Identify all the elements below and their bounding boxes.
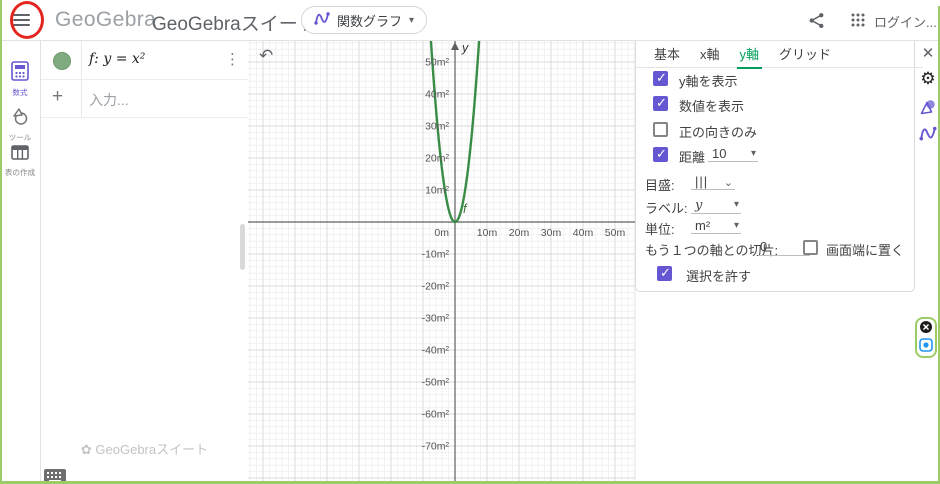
svg-text:y: y [461,41,469,55]
svg-text:10m²: 10m² [425,185,449,197]
algebra-input-placeholder: 入力... [89,90,129,110]
setting-show-axis: y軸を表示 [636,70,914,90]
setting-show-numbers: 数値を表示 [636,95,914,115]
stick-to-edge-label: 画面端に置く [826,240,904,259]
calculator-icon [11,68,29,85]
share-icon[interactable] [808,12,825,34]
svg-text:40m²: 40m² [425,89,449,101]
tab-x-axis[interactable]: x軸 [691,40,729,68]
function-plot: 10m 20m 30m 40m 50m 50m² 40m² 30m² 20m² 10m² -10m²… [248,41,635,484]
stick-to-edge-checkbox[interactable] [803,240,818,255]
tools-icon [11,113,29,130]
setting-positive-only: 正の向きのみ [636,121,914,141]
tab-basic[interactable]: 基本 [645,40,689,68]
app-switcher-label: 関数グラフ [337,11,402,30]
positive-only-label: 正の向きのみ [679,122,757,141]
setting-unit: 単位: m²▾ [636,218,914,238]
ticks-dropdown[interactable]: |||⌄ [691,174,735,190]
svg-text:-40m²: -40m² [422,345,450,357]
expression-text: f: y = x² [89,51,145,67]
show-axis-label: y軸を表示 [679,71,738,90]
panel-scrollbar[interactable] [240,224,245,270]
settings-tabs: 基本 x軸 y軸 グリッド [636,41,923,68]
sidebar-item-tools[interactable]: ツール [0,107,40,143]
geogebra-logo: GeoGebra [55,8,156,32]
graph-panel-icon[interactable] [919,124,937,142]
setting-distance: 距離 10▾ [636,146,914,166]
setting-allow-selection: 選択を許す [636,265,914,285]
axis-label-dropdown[interactable]: y▾ [691,197,741,214]
keyboard-icon[interactable] [44,469,66,484]
svg-text:-60m²: -60m² [422,409,450,421]
sidebar-item-label: ツール [1,132,39,142]
tools-panel-icon[interactable] [919,98,937,116]
chevron-down-icon: ▾ [409,15,414,26]
allow-selection-label: 選択を許す [686,266,751,285]
gear-icon[interactable]: ⚙ [919,70,937,88]
graph-view[interactable]: 10m 20m 30m 40m 50m 50m² 40m² 30m² 20m² 10m² -10m²… [248,41,635,484]
ticks-label: 目盛: [645,175,675,194]
svg-text:20m²: 20m² [425,153,449,165]
page-title: GeoGebraスイート [152,9,317,36]
svg-text:-50m²: -50m² [422,377,450,389]
svg-text:30m: 30m [541,227,562,239]
svg-text:10m: 10m [477,227,498,239]
show-numbers-checkbox[interactable] [653,96,668,111]
tab-y-axis[interactable]: y軸 [731,40,769,68]
unit-dropdown[interactable]: m²▾ [691,218,741,234]
svg-text:-20m²: -20m² [422,281,450,293]
unit-label: 単位: [645,219,675,238]
top-bar: GeoGebra GeoGebraスイート 関数グラフ ▾ ログイン... [0,0,940,41]
sidebar-item-table[interactable]: 表の作成 [0,145,40,178]
login-button[interactable]: ログイン... [874,12,937,31]
svg-text:-10m²: -10m² [422,249,450,261]
show-axis-checkbox[interactable] [653,71,668,86]
kebab-menu-icon[interactable]: ⋮ [225,50,240,68]
show-numbers-label: 数値を表示 [679,96,744,115]
positive-only-checkbox[interactable] [653,122,668,137]
svg-text:-70m²: -70m² [422,441,450,453]
apps-grid-icon[interactable] [851,13,865,32]
watermark: ✿ GeoGebraスイート [41,439,248,458]
table-icon [11,148,29,165]
algebra-input-row[interactable]: + 入力... [41,79,248,118]
algebra-row-f[interactable]: f: y = x² ⋮ [41,41,248,80]
sidebar-item-algebra[interactable]: 数式 [0,61,40,98]
sidebar-item-label: 表の作成 [1,167,39,177]
distance-label: 距離 [679,147,705,166]
hamburger-menu-button[interactable] [13,11,35,29]
svg-text:-30m²: -30m² [422,313,450,325]
svg-text:30m²: 30m² [425,121,449,133]
right-icon-strip: ✕ ⚙ [916,41,940,484]
function-graph-icon [314,10,330,31]
algebra-panel: f: y = x² ⋮ + 入力... ✿ GeoGebraスイート [41,41,249,484]
distance-checkbox[interactable] [653,147,668,162]
setting-ticks: 目盛: |||⌄ [636,174,914,194]
svg-text:50m²: 50m² [425,57,449,69]
svg-text:50m: 50m [605,227,626,239]
axis-settings-panel: 基本 x軸 y軸 グリッド y軸を表示 数値を表示 正の向きのみ 距離 10▾ … [635,41,915,292]
object-visibility-toggle[interactable] [53,52,71,70]
setting-cross: もう１つの軸との切片: 画面端に置く [636,239,914,259]
undo-icon[interactable]: ↶ [259,46,273,66]
geogebra-app: GeoGebra GeoGebraスイート 関数グラフ ▾ ログイン... 数式 [0,0,940,484]
distance-dropdown[interactable]: 10▾ [708,146,758,162]
svg-text:40m: 40m [573,227,594,239]
app-switcher-dropdown[interactable]: 関数グラフ ▾ [301,6,427,34]
tab-grid[interactable]: グリッド [770,40,840,68]
setting-axis-label: ラベル: y▾ [636,197,914,217]
allow-selection-checkbox[interactable] [657,266,672,281]
svg-text:20m: 20m [509,227,530,239]
extension-overlay-chip [915,317,937,358]
sidebar-item-label: 数式 [1,87,39,97]
extension-close-icon[interactable] [919,320,933,339]
axis-label-label: ラベル: [645,198,688,217]
extension-record-icon[interactable] [919,338,933,357]
plus-icon: + [52,86,63,108]
left-rail: 数式 ツール 表の作成 [0,41,41,484]
svg-text:0m: 0m [434,227,449,239]
